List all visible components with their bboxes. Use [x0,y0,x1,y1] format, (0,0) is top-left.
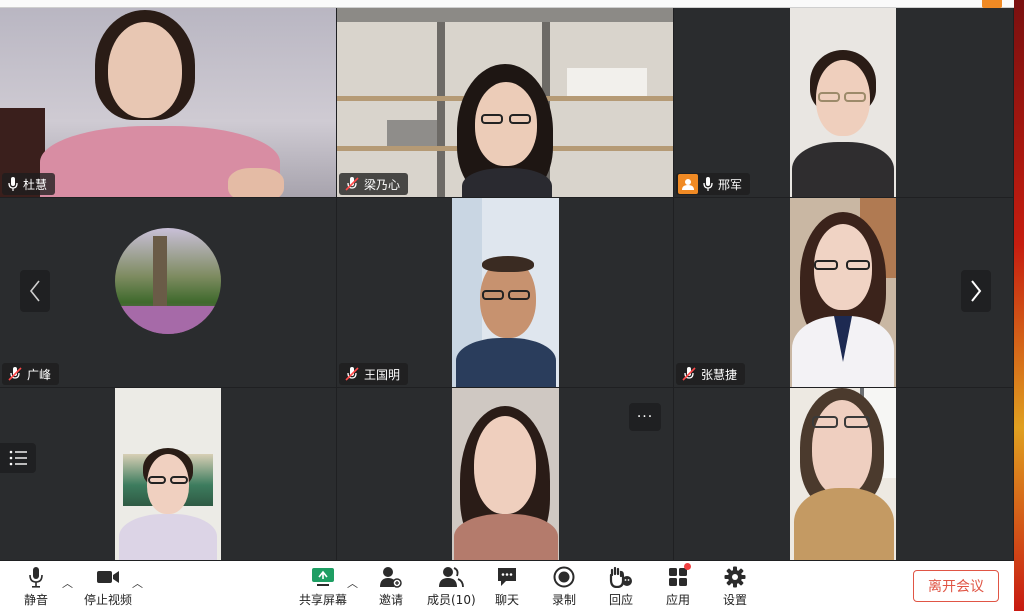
previous-page-button[interactable] [20,270,50,312]
stop-video-label: 停止视频 [84,593,133,607]
video-tile[interactable]: 邢军 [674,8,1014,198]
notification-dot-icon [684,563,691,570]
apps-button[interactable]: 应用 [666,563,691,608]
stop-video-button[interactable]: 停止视频 [84,565,132,608]
more-options-label: ··· [636,409,654,425]
settings-button[interactable]: 设置 [723,565,747,608]
chat-button[interactable]: 聊天 [495,565,519,608]
top-bar [0,0,1014,8]
participants-icon [438,565,465,589]
video-tile[interactable]: ··· [337,388,674,561]
video-tile[interactable] [0,388,337,561]
layout-list-button[interactable] [0,443,36,473]
participant-name-tag: 邢军 [676,173,751,195]
record-icon [553,565,575,589]
meeting-window: 杜慧 梁乃心 邢军 广峰 王国明 张慧捷 ··· 静音 ︿ 停止视频 ︿ 共享屏… [0,0,1024,611]
host-badge-icon [678,174,698,194]
apps-label: 应用 [666,593,691,607]
microphone-icon [8,177,18,191]
video-tile[interactable]: 王国明 [337,198,674,388]
microphone-muted-icon [8,367,22,381]
share-screen-icon [311,565,335,589]
participant-name: 杜慧 [23,177,48,192]
background-window-strip [1014,0,1024,611]
react-button[interactable]: 回应 [609,565,633,608]
microphone-muted-icon [345,177,359,191]
host-indicator-icon [982,0,1002,8]
participant-name-tag: 广峰 [2,363,60,385]
participant-name: 张慧捷 [701,367,738,382]
chat-bubble-icon [496,565,518,589]
microphone-icon [28,565,44,589]
meeting-toolbar: 静音 ︿ 停止视频 ︿ 共享屏幕 ︿ 邀请 成员(10) 聊天 录制 回应 应用… [0,561,1014,611]
settings-label: 设置 [723,593,748,607]
microphone-icon [703,177,713,191]
avatar [115,228,221,334]
raise-hand-icon [609,565,633,589]
invite-button[interactable]: 邀请 [379,565,403,608]
invite-label: 邀请 [379,593,404,607]
gear-icon [724,565,746,589]
leave-meeting-label: 离开会议 [928,579,984,595]
participant-name-tag: 杜慧 [2,173,56,195]
add-person-icon [380,565,402,589]
participant-name-tag: 梁乃心 [339,173,409,195]
video-grid: 杜慧 梁乃心 邢军 广峰 王国明 张慧捷 ··· [0,8,1014,561]
record-button[interactable]: 录制 [552,565,576,608]
mute-options-caret-icon[interactable]: ︿ [62,575,73,591]
participant-name: 王国明 [364,367,401,382]
list-icon [9,450,27,466]
apps-grid-icon [668,563,691,589]
participant-name-tag: 王国明 [339,363,409,385]
microphone-muted-icon [682,367,696,381]
participant-name: 邢军 [718,177,743,192]
leave-meeting-button[interactable]: 离开会议 [913,570,999,602]
share-options-caret-icon[interactable]: ︿ [347,575,358,591]
video-tile[interactable]: 杜慧 [0,8,337,198]
next-page-button[interactable] [961,270,991,312]
chevron-left-icon [29,280,40,302]
members-button[interactable]: 成员(10) [427,565,476,608]
members-label: 成员(10) [427,593,476,607]
video-options-caret-icon[interactable]: ︿ [132,575,143,591]
participant-name: 广峰 [27,367,52,382]
record-label: 录制 [552,593,577,607]
video-camera-icon [96,565,120,589]
video-tile[interactable]: 广峰 [0,198,337,388]
share-screen-label: 共享屏幕 [299,593,348,607]
mute-button[interactable]: 静音 [24,565,48,608]
microphone-muted-icon [345,367,359,381]
participant-name: 梁乃心 [364,177,401,192]
mute-label: 静音 [24,593,49,607]
share-screen-button[interactable]: 共享屏幕 [299,565,347,608]
chevron-right-icon [971,280,982,302]
video-tile[interactable]: 梁乃心 [337,8,674,198]
more-options-button[interactable]: ··· [629,403,661,431]
video-tile[interactable] [674,388,1014,561]
react-label: 回应 [609,593,634,607]
participant-name-tag: 张慧捷 [676,363,746,385]
chat-label: 聊天 [495,593,520,607]
